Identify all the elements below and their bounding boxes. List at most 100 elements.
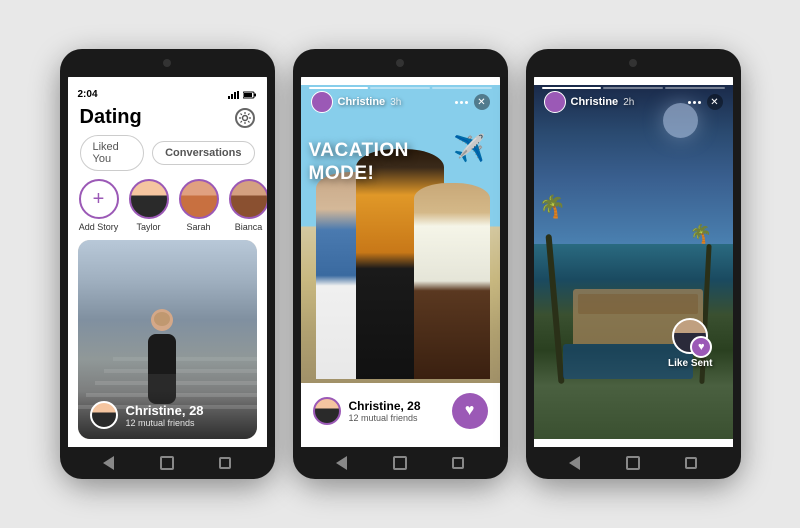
- more-options-icon[interactable]: [455, 101, 468, 104]
- story-user-avatar: [311, 91, 333, 113]
- palm-leaves-2: 🌴: [690, 224, 712, 245]
- story-text-area: VACATION MODE!: [309, 140, 470, 186]
- palm-trunk-1: [545, 234, 564, 384]
- phone-notch: [60, 49, 275, 77]
- person-right: [414, 183, 490, 379]
- app-title: Dating: [80, 106, 142, 129]
- tabs-row: Liked You Conversations: [68, 135, 267, 179]
- story-name-3: Bianca: [235, 222, 263, 232]
- status-icons: [228, 91, 257, 99]
- time-display: 2:04: [78, 89, 98, 100]
- building-roof: [578, 294, 697, 314]
- like-sent-content: 🌴 🌴: [534, 85, 733, 439]
- story-time-3: 2h: [623, 97, 634, 108]
- home-button-3[interactable]: [624, 454, 642, 472]
- main-profile-card[interactable]: Christine, 28 12 mutual friends: [78, 240, 257, 439]
- resort-fullscreen: 🌴 🌴: [534, 85, 733, 439]
- phone-notch-2: [293, 49, 508, 77]
- stories-row: + Add Story Taylor Sarah Bianca: [68, 179, 267, 240]
- story-progress-bars: [309, 87, 492, 89]
- progress-seg-1: [309, 87, 369, 89]
- story-name-2: Sarah: [186, 222, 210, 232]
- story-user-info-2: Christine 3h: [311, 91, 402, 113]
- recents-button-1[interactable]: [216, 454, 234, 472]
- add-story-label: Add Story: [79, 222, 119, 232]
- progress-3-3: [665, 87, 725, 89]
- phone-nav-bar-3: [526, 447, 741, 479]
- dating-header: Dating: [68, 102, 267, 135]
- story-actions-3: ✕: [688, 94, 723, 110]
- back-button-2[interactable]: [333, 454, 351, 472]
- add-story-item[interactable]: + Add Story: [78, 179, 120, 232]
- story-username-2: Christine: [338, 96, 386, 108]
- recents-button-2[interactable]: [449, 454, 467, 472]
- camera-dot: [163, 59, 171, 67]
- progress-seg-3: [432, 87, 492, 89]
- phone-screen-1: 2:04: [68, 57, 267, 471]
- story-card-name-2: Christine, 28: [349, 399, 421, 413]
- palm-leaves-1: 🌴: [539, 194, 566, 220]
- status-bar: 2:04: [68, 85, 267, 102]
- home-button-2[interactable]: [391, 454, 409, 472]
- recents-button-3[interactable]: [682, 454, 700, 472]
- story-item-1[interactable]: Taylor: [128, 179, 170, 232]
- phone-like-sent: 🌴 🌴: [526, 49, 741, 479]
- phone-screen-3: 🌴 🌴: [534, 57, 733, 471]
- scene: 2:04: [0, 0, 800, 528]
- plane-emoji: ✈️: [453, 133, 485, 164]
- camera-dot-2: [396, 59, 404, 67]
- story-content: VACATION MODE! ✈️ Christine: [301, 85, 500, 439]
- profile-person: [137, 309, 187, 404]
- like-sent-text: Like Sent: [668, 358, 712, 369]
- home-button-1[interactable]: [158, 454, 176, 472]
- add-story-button[interactable]: +: [79, 179, 119, 219]
- story-user-avatar-3: [544, 91, 566, 113]
- card-text: Christine, 28 12 mutual friends: [126, 403, 204, 428]
- story-item-3[interactable]: Bianca: [228, 179, 267, 232]
- phone-dating-app: 2:04: [60, 49, 275, 479]
- story-actions: ✕: [455, 94, 490, 110]
- story-header-3: Christine 2h ✕: [534, 91, 733, 113]
- person-body: [148, 334, 176, 374]
- tab-liked-you[interactable]: Liked You: [80, 135, 145, 171]
- like-sent-popup: ♥ Like Sent: [668, 318, 712, 369]
- progress-3-2: [603, 87, 663, 89]
- close-story-button[interactable]: ✕: [474, 94, 490, 110]
- like-button-2[interactable]: ♥: [452, 393, 488, 429]
- phone-notch-3: [526, 49, 741, 77]
- story-bottom-card-2: Christine, 28 12 mutual friends ♥: [301, 383, 500, 439]
- story-progress-bars-3: [542, 87, 725, 89]
- story-time-2: 3h: [390, 97, 401, 108]
- heart-small: ♥: [698, 341, 705, 353]
- heart-icon-2: ♥: [465, 402, 475, 420]
- profile-name: Christine, 28: [126, 403, 204, 418]
- mutual-friends: 12 mutual friends: [126, 418, 204, 428]
- close-story-button-3[interactable]: ✕: [707, 94, 723, 110]
- settings-icon[interactable]: [235, 108, 255, 128]
- phone-nav-bar-2: [293, 447, 508, 479]
- story-card-mutual-2: 12 mutual friends: [349, 413, 421, 423]
- like-sent-heart-icon: ♥: [690, 336, 712, 358]
- card-small-avatar: [90, 401, 118, 429]
- back-button-1[interactable]: [100, 454, 118, 472]
- story-avatar-2: [179, 179, 219, 219]
- story-avatar-3: [229, 179, 267, 219]
- card-info-overlay: Christine, 28 12 mutual friends: [78, 391, 257, 439]
- gear-svg: [238, 111, 252, 125]
- phone-screen-2: VACATION MODE! ✈️ Christine: [301, 57, 500, 471]
- story-card-info-2: Christine, 28 12 mutual friends: [349, 399, 421, 423]
- battery-icon: [243, 91, 257, 99]
- story-avatar-1: [129, 179, 169, 219]
- camera-dot-3: [629, 59, 637, 67]
- story-item-2[interactable]: Sarah: [178, 179, 220, 232]
- story-header-2: Christine 3h ✕: [301, 91, 500, 113]
- progress-3-1: [542, 87, 602, 89]
- phone-nav-bar-1: [60, 447, 275, 479]
- story-fullscreen: VACATION MODE! ✈️ Christine: [301, 85, 500, 439]
- dating-app-content: 2:04: [68, 85, 267, 439]
- back-button-3[interactable]: [566, 454, 584, 472]
- tab-conversations[interactable]: Conversations: [152, 141, 254, 165]
- story-name-1: Taylor: [136, 222, 160, 232]
- story-username-3: Christine: [571, 96, 619, 108]
- more-options-icon-3[interactable]: [688, 101, 701, 104]
